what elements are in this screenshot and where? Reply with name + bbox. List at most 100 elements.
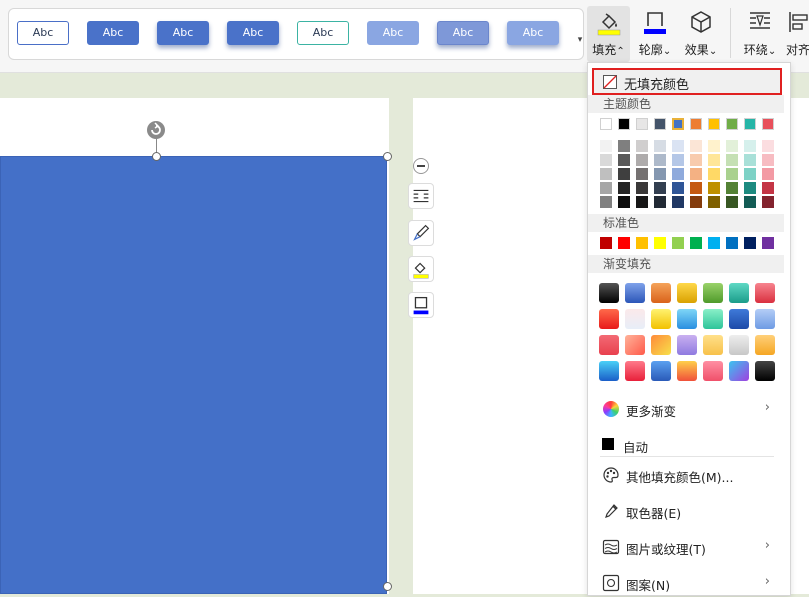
side-wrap-tool[interactable] xyxy=(408,183,434,209)
wrap-button[interactable]: 环绕⌄ xyxy=(738,6,782,62)
theme-shade-swatch[interactable] xyxy=(600,182,612,194)
theme-color-swatch[interactable] xyxy=(654,118,666,130)
theme-shade-swatch[interactable] xyxy=(690,182,702,194)
theme-shade-swatch[interactable] xyxy=(618,154,630,166)
gradient-swatch[interactable] xyxy=(729,283,749,303)
gradient-swatch[interactable] xyxy=(755,361,775,381)
gradient-swatch[interactable] xyxy=(625,309,645,329)
standard-color-swatch[interactable] xyxy=(654,237,666,249)
theme-shade-swatch[interactable] xyxy=(762,182,774,194)
theme-shade-swatch[interactable] xyxy=(636,140,648,152)
rotate-handle[interactable] xyxy=(147,121,165,139)
theme-color-swatch[interactable] xyxy=(636,118,648,130)
side-style-tool[interactable] xyxy=(408,220,434,246)
shape-style-preset[interactable]: Abc xyxy=(157,21,209,45)
gradient-swatch[interactable] xyxy=(755,309,775,329)
theme-shade-swatch[interactable] xyxy=(654,196,666,208)
theme-shade-swatch[interactable] xyxy=(708,154,720,166)
gradient-swatch[interactable] xyxy=(651,283,671,303)
theme-shade-swatch[interactable] xyxy=(618,196,630,208)
gradient-swatch[interactable] xyxy=(703,361,723,381)
theme-color-swatch[interactable] xyxy=(762,118,774,130)
theme-shade-swatch[interactable] xyxy=(744,168,756,180)
gradient-swatch[interactable] xyxy=(677,361,697,381)
gradient-swatch[interactable] xyxy=(703,335,723,355)
theme-shade-swatch[interactable] xyxy=(744,154,756,166)
gradient-swatch[interactable] xyxy=(703,309,723,329)
theme-shade-swatch[interactable] xyxy=(654,168,666,180)
theme-shade-swatch[interactable] xyxy=(600,196,612,208)
theme-shade-swatch[interactable] xyxy=(618,182,630,194)
no-fill-option[interactable]: 无填充颜色 xyxy=(592,68,782,95)
theme-shade-swatch[interactable] xyxy=(708,182,720,194)
theme-shade-swatch[interactable] xyxy=(726,154,738,166)
standard-color-swatch[interactable] xyxy=(762,237,774,249)
theme-shade-swatch[interactable] xyxy=(618,168,630,180)
theme-shade-swatch[interactable] xyxy=(762,154,774,166)
shape-style-preset[interactable]: Abc xyxy=(437,21,489,45)
theme-shade-swatch[interactable] xyxy=(690,140,702,152)
theme-shade-swatch[interactable] xyxy=(636,182,648,194)
gradient-swatch[interactable] xyxy=(729,361,749,381)
gradient-swatch[interactable] xyxy=(755,283,775,303)
theme-shade-swatch[interactable] xyxy=(672,168,684,180)
theme-shade-swatch[interactable] xyxy=(636,168,648,180)
gradient-swatch[interactable] xyxy=(599,309,619,329)
gradient-swatch[interactable] xyxy=(729,335,749,355)
theme-shade-swatch[interactable] xyxy=(708,140,720,152)
other-fill-color-item[interactable]: 其他填充颜色(M)... xyxy=(588,461,784,489)
theme-shade-swatch[interactable] xyxy=(672,154,684,166)
gradient-swatch[interactable] xyxy=(651,335,671,355)
shape-style-preset[interactable]: Abc xyxy=(87,21,139,45)
gradient-swatch[interactable] xyxy=(677,283,697,303)
theme-shade-swatch[interactable] xyxy=(654,182,666,194)
shape-style-preset[interactable]: Abc xyxy=(297,21,349,45)
resize-handle-top-right[interactable] xyxy=(383,152,392,161)
theme-shade-swatch[interactable] xyxy=(618,140,630,152)
gradient-swatch[interactable] xyxy=(625,361,645,381)
theme-shade-swatch[interactable] xyxy=(672,140,684,152)
selected-rectangle-shape[interactable] xyxy=(0,156,387,594)
theme-shade-swatch[interactable] xyxy=(726,140,738,152)
theme-shade-swatch[interactable] xyxy=(636,196,648,208)
standard-color-swatch[interactable] xyxy=(744,237,756,249)
theme-shade-swatch[interactable] xyxy=(672,196,684,208)
theme-shade-swatch[interactable] xyxy=(672,182,684,194)
standard-color-swatch[interactable] xyxy=(708,237,720,249)
shape-style-preset[interactable]: Abc xyxy=(507,21,559,45)
shape-style-preset[interactable]: Abc xyxy=(17,21,69,45)
resize-handle-top[interactable] xyxy=(152,152,161,161)
theme-shade-swatch[interactable] xyxy=(762,196,774,208)
theme-shade-swatch[interactable] xyxy=(726,182,738,194)
theme-shade-swatch[interactable] xyxy=(708,168,720,180)
theme-color-swatch[interactable] xyxy=(726,118,738,130)
standard-color-swatch[interactable] xyxy=(636,237,648,249)
gradient-swatch[interactable] xyxy=(677,309,697,329)
gallery-more-icon[interactable]: ▾ xyxy=(575,35,585,45)
shape-style-preset[interactable]: Abc xyxy=(367,21,419,45)
shape-style-preset[interactable]: Abc xyxy=(227,21,279,45)
theme-color-swatch[interactable] xyxy=(618,118,630,130)
theme-color-swatch[interactable] xyxy=(744,118,756,130)
theme-shade-swatch[interactable] xyxy=(600,154,612,166)
theme-shade-swatch[interactable] xyxy=(690,168,702,180)
more-gradients-item[interactable]: 更多渐变 › xyxy=(588,395,784,423)
theme-shade-swatch[interactable] xyxy=(690,154,702,166)
collapse-tools-button[interactable] xyxy=(413,158,429,174)
theme-color-swatch[interactable] xyxy=(600,118,612,130)
theme-color-swatch[interactable] xyxy=(708,118,720,130)
standard-color-swatch[interactable] xyxy=(690,237,702,249)
gradient-swatch[interactable] xyxy=(729,309,749,329)
theme-shade-swatch[interactable] xyxy=(726,196,738,208)
theme-shade-swatch[interactable] xyxy=(708,196,720,208)
theme-shade-swatch[interactable] xyxy=(654,154,666,166)
theme-shade-swatch[interactable] xyxy=(744,182,756,194)
standard-color-swatch[interactable] xyxy=(600,237,612,249)
theme-shade-swatch[interactable] xyxy=(600,140,612,152)
theme-shade-swatch[interactable] xyxy=(744,140,756,152)
fill-button[interactable]: 填充⌃ xyxy=(587,6,630,62)
auto-color-item[interactable]: 自动 xyxy=(588,431,784,459)
side-fill-tool[interactable] xyxy=(408,256,434,282)
theme-color-swatch[interactable] xyxy=(672,118,684,130)
theme-shade-swatch[interactable] xyxy=(762,168,774,180)
